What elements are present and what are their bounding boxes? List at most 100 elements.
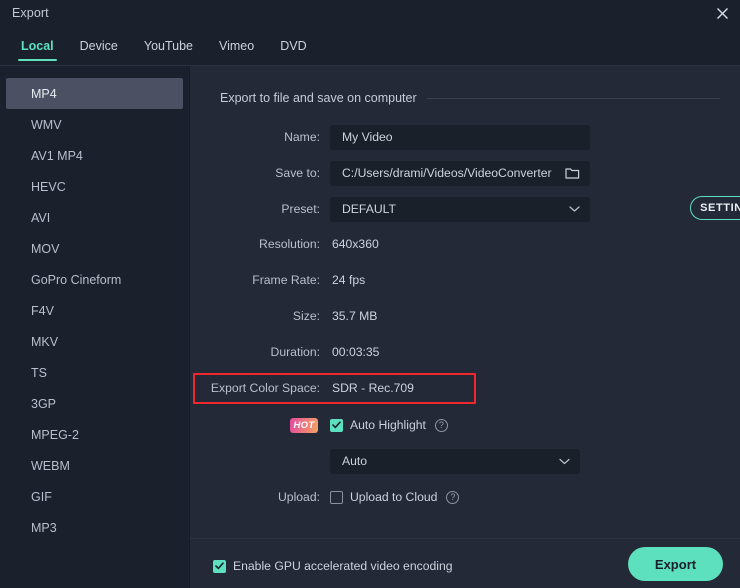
save-to-row: Save to: C:/Users/drami/Videos/VideoConv… (190, 160, 740, 186)
name-value: My Video (342, 130, 393, 144)
sidebar-item-label: WMV (31, 118, 62, 132)
save-to-input[interactable]: C:/Users/drami/Videos/VideoConverter (330, 161, 590, 186)
sidebar-item-mp3[interactable]: MP3 (6, 512, 183, 543)
resolution-label: Resolution: (190, 237, 330, 251)
preset-dropdown-toggle[interactable] (569, 206, 580, 213)
sidebar-item-label: GIF (31, 490, 52, 504)
gpu-acceleration-row: Enable GPU accelerated video encoding (213, 559, 453, 573)
export-settings-panel: Export to file and save on computer Name… (190, 66, 740, 588)
gpu-acceleration-checkbox[interactable] (213, 560, 226, 573)
tab-local-label: Local (21, 39, 54, 53)
preset-value: DEFAULT (342, 202, 396, 216)
folder-browse-button[interactable] (565, 167, 580, 180)
sidebar-item-label: MP4 (31, 87, 57, 101)
chevron-down-icon (569, 206, 580, 213)
export-color-space-row: Export Color Space: SDR - Rec.709 (190, 375, 740, 401)
format-sidebar: MP4 WMV AV1 MP4 HEVC AVI MOV GoPro Cinef… (0, 66, 189, 588)
preset-label: Preset: (190, 202, 330, 216)
sidebar-item-webm[interactable]: WEBM (6, 450, 183, 481)
sidebar-item-label: MP3 (31, 521, 57, 535)
upload-to-cloud-checkbox[interactable] (330, 491, 343, 504)
sidebar-item-label: MPEG-2 (31, 428, 79, 442)
resolution-row: Resolution: 640x360 (190, 231, 740, 257)
tab-vimeo[interactable]: Vimeo (206, 26, 267, 66)
name-row: Name: My Video (190, 124, 740, 150)
close-icon (716, 7, 729, 20)
auto-highlight-help-icon[interactable]: ? (435, 419, 448, 432)
auto-highlight-checkbox[interactable] (330, 419, 343, 432)
sidebar-item-f4v[interactable]: F4V (6, 295, 183, 326)
sidebar-item-mkv[interactable]: MKV (6, 326, 183, 357)
chevron-down-icon (559, 458, 570, 465)
save-to-value: C:/Users/drami/Videos/VideoConverter (342, 166, 552, 180)
export-dialog: Export Local Device YouTube Vimeo DVD MP… (0, 0, 740, 588)
preset-select[interactable]: DEFAULT (330, 197, 590, 222)
sidebar-item-gopro-cineform[interactable]: GoPro Cineform (6, 264, 183, 295)
tab-device[interactable]: Device (67, 26, 131, 66)
frame-rate-row: Frame Rate: 24 fps (190, 267, 740, 293)
section-header: Export to file and save on computer (220, 90, 720, 106)
tab-youtube[interactable]: YouTube (131, 26, 206, 66)
tab-dvd-label: DVD (280, 39, 306, 53)
upload-help-icon[interactable]: ? (446, 491, 459, 504)
check-icon (215, 562, 224, 570)
section-rule (427, 98, 720, 99)
duration-row: Duration: 00:03:35 (190, 339, 740, 365)
tab-local[interactable]: Local (8, 26, 67, 66)
save-to-label: Save to: (190, 166, 330, 180)
tab-bar: Local Device YouTube Vimeo DVD (0, 26, 740, 66)
sidebar-item-label: GoPro Cineform (31, 273, 121, 287)
sidebar-item-wmv[interactable]: WMV (6, 109, 183, 140)
export-color-space-label: Export Color Space: (190, 381, 330, 395)
preset-row: Preset: DEFAULT SETTINGS (190, 196, 740, 222)
size-value: 35.7 MB (330, 309, 377, 323)
window-title: Export (12, 6, 49, 20)
name-input[interactable]: My Video (330, 125, 590, 150)
name-label: Name: (190, 130, 330, 144)
resolution-value: 640x360 (330, 237, 379, 251)
sidebar-item-av1-mp4[interactable]: AV1 MP4 (6, 140, 183, 171)
export-button[interactable]: Export (628, 547, 723, 581)
sidebar-item-label: WEBM (31, 459, 70, 473)
check-icon (332, 421, 341, 429)
sidebar-item-label: AVI (31, 211, 50, 225)
sidebar-item-ts[interactable]: TS (6, 357, 183, 388)
tab-vimeo-label: Vimeo (219, 39, 254, 53)
gpu-acceleration-label: Enable GPU accelerated video encoding (233, 559, 453, 573)
size-row: Size: 35.7 MB (190, 303, 740, 329)
section-title: Export to file and save on computer (220, 91, 417, 105)
sidebar-item-label: HEVC (31, 180, 66, 194)
sidebar-item-3gp[interactable]: 3GP (6, 388, 183, 419)
hot-badge: HOT (290, 418, 318, 433)
sidebar-item-label: MKV (31, 335, 58, 349)
sidebar-item-hevc[interactable]: HEVC (6, 171, 183, 202)
sidebar-item-avi[interactable]: AVI (6, 202, 183, 233)
sidebar-item-label: 3GP (31, 397, 56, 411)
duration-label: Duration: (190, 345, 330, 359)
frame-rate-label: Frame Rate: (190, 273, 330, 287)
close-button[interactable] (704, 0, 740, 26)
auto-select-value: Auto (342, 454, 367, 468)
sidebar-item-mpeg-2[interactable]: MPEG-2 (6, 419, 183, 450)
dialog-footer: Enable GPU accelerated video encoding Ex… (190, 538, 740, 588)
auto-select[interactable]: Auto (330, 449, 580, 474)
tab-dvd[interactable]: DVD (267, 26, 319, 66)
auto-highlight-row: HOT Auto Highlight ? (190, 412, 740, 438)
tab-youtube-label: YouTube (144, 39, 193, 53)
duration-value: 00:03:35 (330, 345, 379, 359)
upload-to-cloud-label: Upload to Cloud (350, 490, 437, 504)
sidebar-item-label: F4V (31, 304, 54, 318)
export-color-space-value: SDR - Rec.709 (330, 381, 414, 395)
upload-label: Upload: (190, 490, 330, 504)
upload-row: Upload: Upload to Cloud ? (190, 484, 740, 510)
auto-select-dropdown-toggle[interactable] (559, 454, 570, 468)
sidebar-item-label: AV1 MP4 (31, 149, 83, 163)
folder-icon (565, 167, 580, 180)
sidebar-item-mp4[interactable]: MP4 (6, 78, 183, 109)
sidebar-item-label: MOV (31, 242, 59, 256)
sidebar-item-gif[interactable]: GIF (6, 481, 183, 512)
sidebar-item-mov[interactable]: MOV (6, 233, 183, 264)
auto-select-row: Auto (190, 448, 740, 474)
tab-device-label: Device (80, 39, 118, 53)
settings-button[interactable]: SETTINGS (690, 196, 740, 220)
